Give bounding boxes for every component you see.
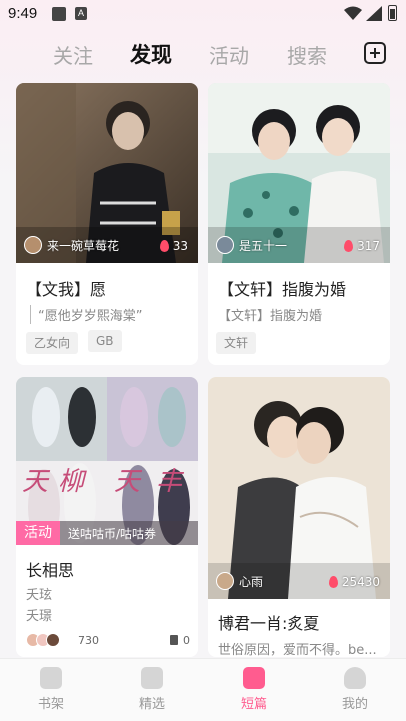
card-subtitle: 世俗原因，爱而不得。be... xyxy=(218,643,377,657)
author-name: 来一碗草莓花 xyxy=(47,238,120,253)
heat-value: 317 xyxy=(357,239,380,253)
author-info[interactable]: 心雨 xyxy=(216,572,263,590)
featured-icon xyxy=(141,667,163,689)
activity-badge: 活动 xyxy=(16,521,60,545)
app-notification-icon: A xyxy=(75,7,87,20)
tag[interactable]: 文轩 xyxy=(216,332,257,354)
participant-count: 730 xyxy=(78,633,99,647)
card-subtitle: “愿他岁岁熙海棠” xyxy=(30,305,190,324)
story-card[interactable]: 是五十一 317 【文轩】指腹为婚 【文轩】指腹为婚 文轩 xyxy=(208,83,390,365)
story-card[interactable]: 心雨 25430 博君一肖:炙夏 世俗原因，爱而不得。be... xyxy=(208,377,390,657)
card-title: 博君一肖:炙夏 xyxy=(218,614,320,633)
top-tab-bar: 关注 发现 活动 搜索 xyxy=(0,36,406,72)
cover-char: 丰 xyxy=(156,467,183,497)
flame-icon xyxy=(159,240,169,252)
book-icon xyxy=(170,635,178,645)
author-name: 是五十一 xyxy=(239,238,288,253)
signal-icon xyxy=(366,6,382,21)
nav-label: 精选 xyxy=(138,697,165,712)
flame-icon xyxy=(328,576,338,588)
activity-stats: 730 0 xyxy=(26,633,190,647)
short-story-icon xyxy=(243,667,265,689)
nav-short-story[interactable]: 短篇 xyxy=(224,667,284,712)
profile-icon xyxy=(344,667,366,689)
author-info[interactable]: 来一碗草莓花 xyxy=(24,236,119,254)
nav-bookshelf[interactable]: 书架 xyxy=(21,667,81,712)
activity-banner: 活动 送咕咕币/咕咕券 xyxy=(16,521,198,545)
battery-icon xyxy=(388,5,397,21)
card-line: 夭璟 xyxy=(26,609,53,624)
flame-icon xyxy=(344,240,354,252)
heat-value: 33 xyxy=(172,239,188,253)
bookshelf-icon xyxy=(40,667,62,689)
tab-search[interactable]: 搜索 xyxy=(287,40,327,69)
avatar xyxy=(216,572,234,590)
story-card[interactable]: 来一碗草莓花 33 【文我】愿 “愿他岁岁熙海棠” 乙女向 GB xyxy=(16,83,198,365)
avatar xyxy=(46,633,60,647)
status-bar: 9:49 A xyxy=(0,0,406,30)
nav-label: 短篇 xyxy=(240,697,267,712)
author-info[interactable]: 是五十一 xyxy=(216,236,287,254)
card-line: 夭玹 xyxy=(26,588,53,603)
heat-count: 25430 xyxy=(328,575,380,589)
nav-label: 我的 xyxy=(341,697,368,712)
cover-calligraphy: 天 柳 天 丰 xyxy=(16,461,198,497)
nav-featured[interactable]: 精选 xyxy=(122,667,182,712)
author-name: 心雨 xyxy=(239,574,264,589)
heat-count: 317 xyxy=(344,239,380,253)
cover-char: 柳 xyxy=(58,467,85,497)
tag[interactable]: GB xyxy=(88,330,122,352)
tab-discover[interactable]: 发现 xyxy=(130,39,172,69)
bottom-nav: 书架 精选 短篇 我的 xyxy=(0,658,406,721)
nav-profile[interactable]: 我的 xyxy=(325,667,385,712)
card-subtitle: 【文轩】指腹为婚 xyxy=(218,309,323,324)
cover-char: 天 xyxy=(22,467,49,497)
avatar xyxy=(24,236,42,254)
status-time: 9:49 xyxy=(8,5,38,22)
add-post-button[interactable] xyxy=(364,42,386,64)
book-count: 0 xyxy=(183,633,190,647)
card-title: 【文轩】指腹为婚 xyxy=(218,280,347,299)
heat-value: 25430 xyxy=(341,575,380,589)
activity-text: 送咕咕币/咕咕券 xyxy=(68,526,157,541)
activity-card[interactable]: 天 柳 天 丰 活动 送咕咕币/咕咕券 长相思 夭玹 夭璟 730 0 xyxy=(16,377,198,657)
heat-count: 33 xyxy=(159,239,188,253)
avatar xyxy=(216,236,234,254)
nav-label: 书架 xyxy=(37,697,64,712)
tab-following[interactable]: 关注 xyxy=(53,40,93,69)
wifi-icon xyxy=(344,6,362,20)
card-title: 【文我】愿 xyxy=(26,280,107,299)
tab-activity[interactable]: 活动 xyxy=(209,40,249,69)
card-title: 长相思 xyxy=(26,561,75,580)
cover-char: 天 xyxy=(114,467,141,497)
tag[interactable]: 乙女向 xyxy=(26,332,79,354)
notification-icon xyxy=(52,7,66,21)
